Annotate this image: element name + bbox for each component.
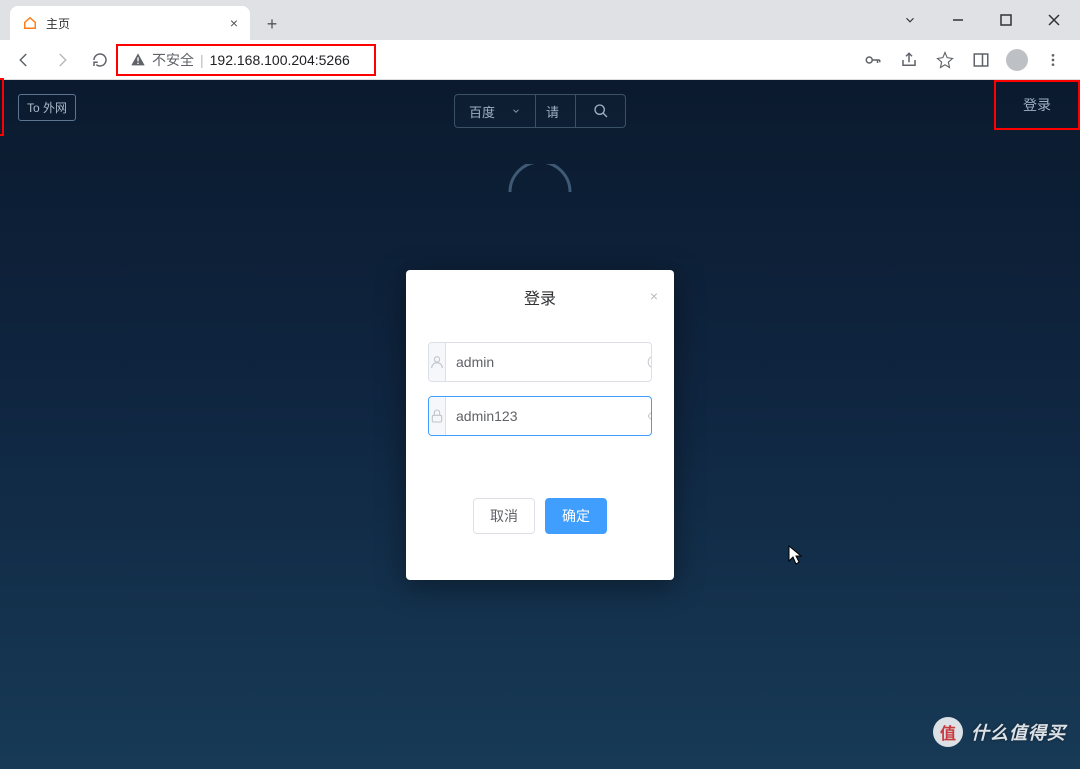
browser-address-bar: 不安全 | 192.168.100.204:5266 (0, 40, 1080, 80)
cancel-button[interactable]: 取消 (473, 498, 535, 534)
nav-reload-icon[interactable] (86, 46, 114, 74)
browser-tab[interactable]: 主页 × (10, 6, 250, 40)
annotation-box: 登录 (994, 80, 1080, 130)
window-maximize-icon[interactable] (984, 5, 1028, 35)
share-icon[interactable] (898, 49, 920, 71)
tab-close-icon[interactable]: × (230, 15, 238, 31)
profile-avatar-icon[interactable] (1006, 49, 1028, 71)
security-label: 不安全 (152, 50, 194, 70)
cursor-icon (788, 545, 804, 565)
user-icon (429, 343, 446, 381)
lock-icon (429, 397, 446, 435)
url-input[interactable]: 不安全 | 192.168.100.204:5266 (124, 50, 852, 70)
search-placeholder: 请 (546, 102, 559, 121)
username-field-wrapper (428, 342, 652, 382)
nav-forward-icon (48, 46, 76, 74)
separator: | (200, 52, 204, 68)
modal-title: 登录 (524, 285, 556, 309)
menu-dots-icon[interactable] (1042, 49, 1064, 71)
clock-widget (500, 164, 580, 194)
window-minimize-icon[interactable] (936, 5, 980, 35)
search-engine-label: 百度 (469, 102, 495, 121)
nav-back-icon[interactable] (10, 46, 38, 74)
new-tab-button[interactable]: + (258, 10, 286, 38)
password-field-wrapper (428, 396, 652, 436)
search-engine-select[interactable]: 百度 (454, 94, 536, 128)
bookmark-star-icon[interactable] (934, 49, 956, 71)
watermark: 值 什么值得买 (933, 717, 1066, 747)
annotation-box (0, 78, 4, 136)
page-content: To 外网 百度 请 登录 登录 × (0, 80, 1080, 769)
password-input[interactable] (446, 408, 647, 424)
chevron-down-icon (511, 106, 521, 116)
side-panel-icon[interactable] (970, 49, 992, 71)
watermark-text: 什么值得买 (971, 719, 1066, 745)
to-external-button[interactable]: To 外网 (18, 94, 76, 121)
check-circle-icon (647, 355, 652, 369)
search-bar: 百度 请 (454, 94, 626, 128)
search-input[interactable]: 请 (536, 94, 576, 128)
search-submit-button[interactable] (576, 94, 626, 128)
password-key-icon[interactable] (862, 49, 884, 71)
insecure-warning-icon (130, 52, 146, 68)
tab-dropdown-icon[interactable] (888, 5, 932, 35)
window-close-icon[interactable] (1032, 5, 1076, 35)
watermark-badge: 值 (933, 717, 963, 747)
tab-favicon-icon (22, 15, 38, 31)
search-icon (593, 103, 609, 119)
username-input[interactable] (446, 354, 647, 370)
modal-close-icon[interactable]: × (650, 288, 658, 304)
tab-title: 主页 (46, 15, 70, 32)
confirm-button[interactable]: 确定 (545, 498, 607, 534)
login-modal: 登录 × (406, 270, 674, 580)
url-text: 192.168.100.204:5266 (210, 52, 350, 68)
eye-icon[interactable] (647, 409, 652, 423)
login-link[interactable]: 登录 (1023, 95, 1051, 115)
browser-tab-bar: 主页 × + (0, 0, 1080, 40)
